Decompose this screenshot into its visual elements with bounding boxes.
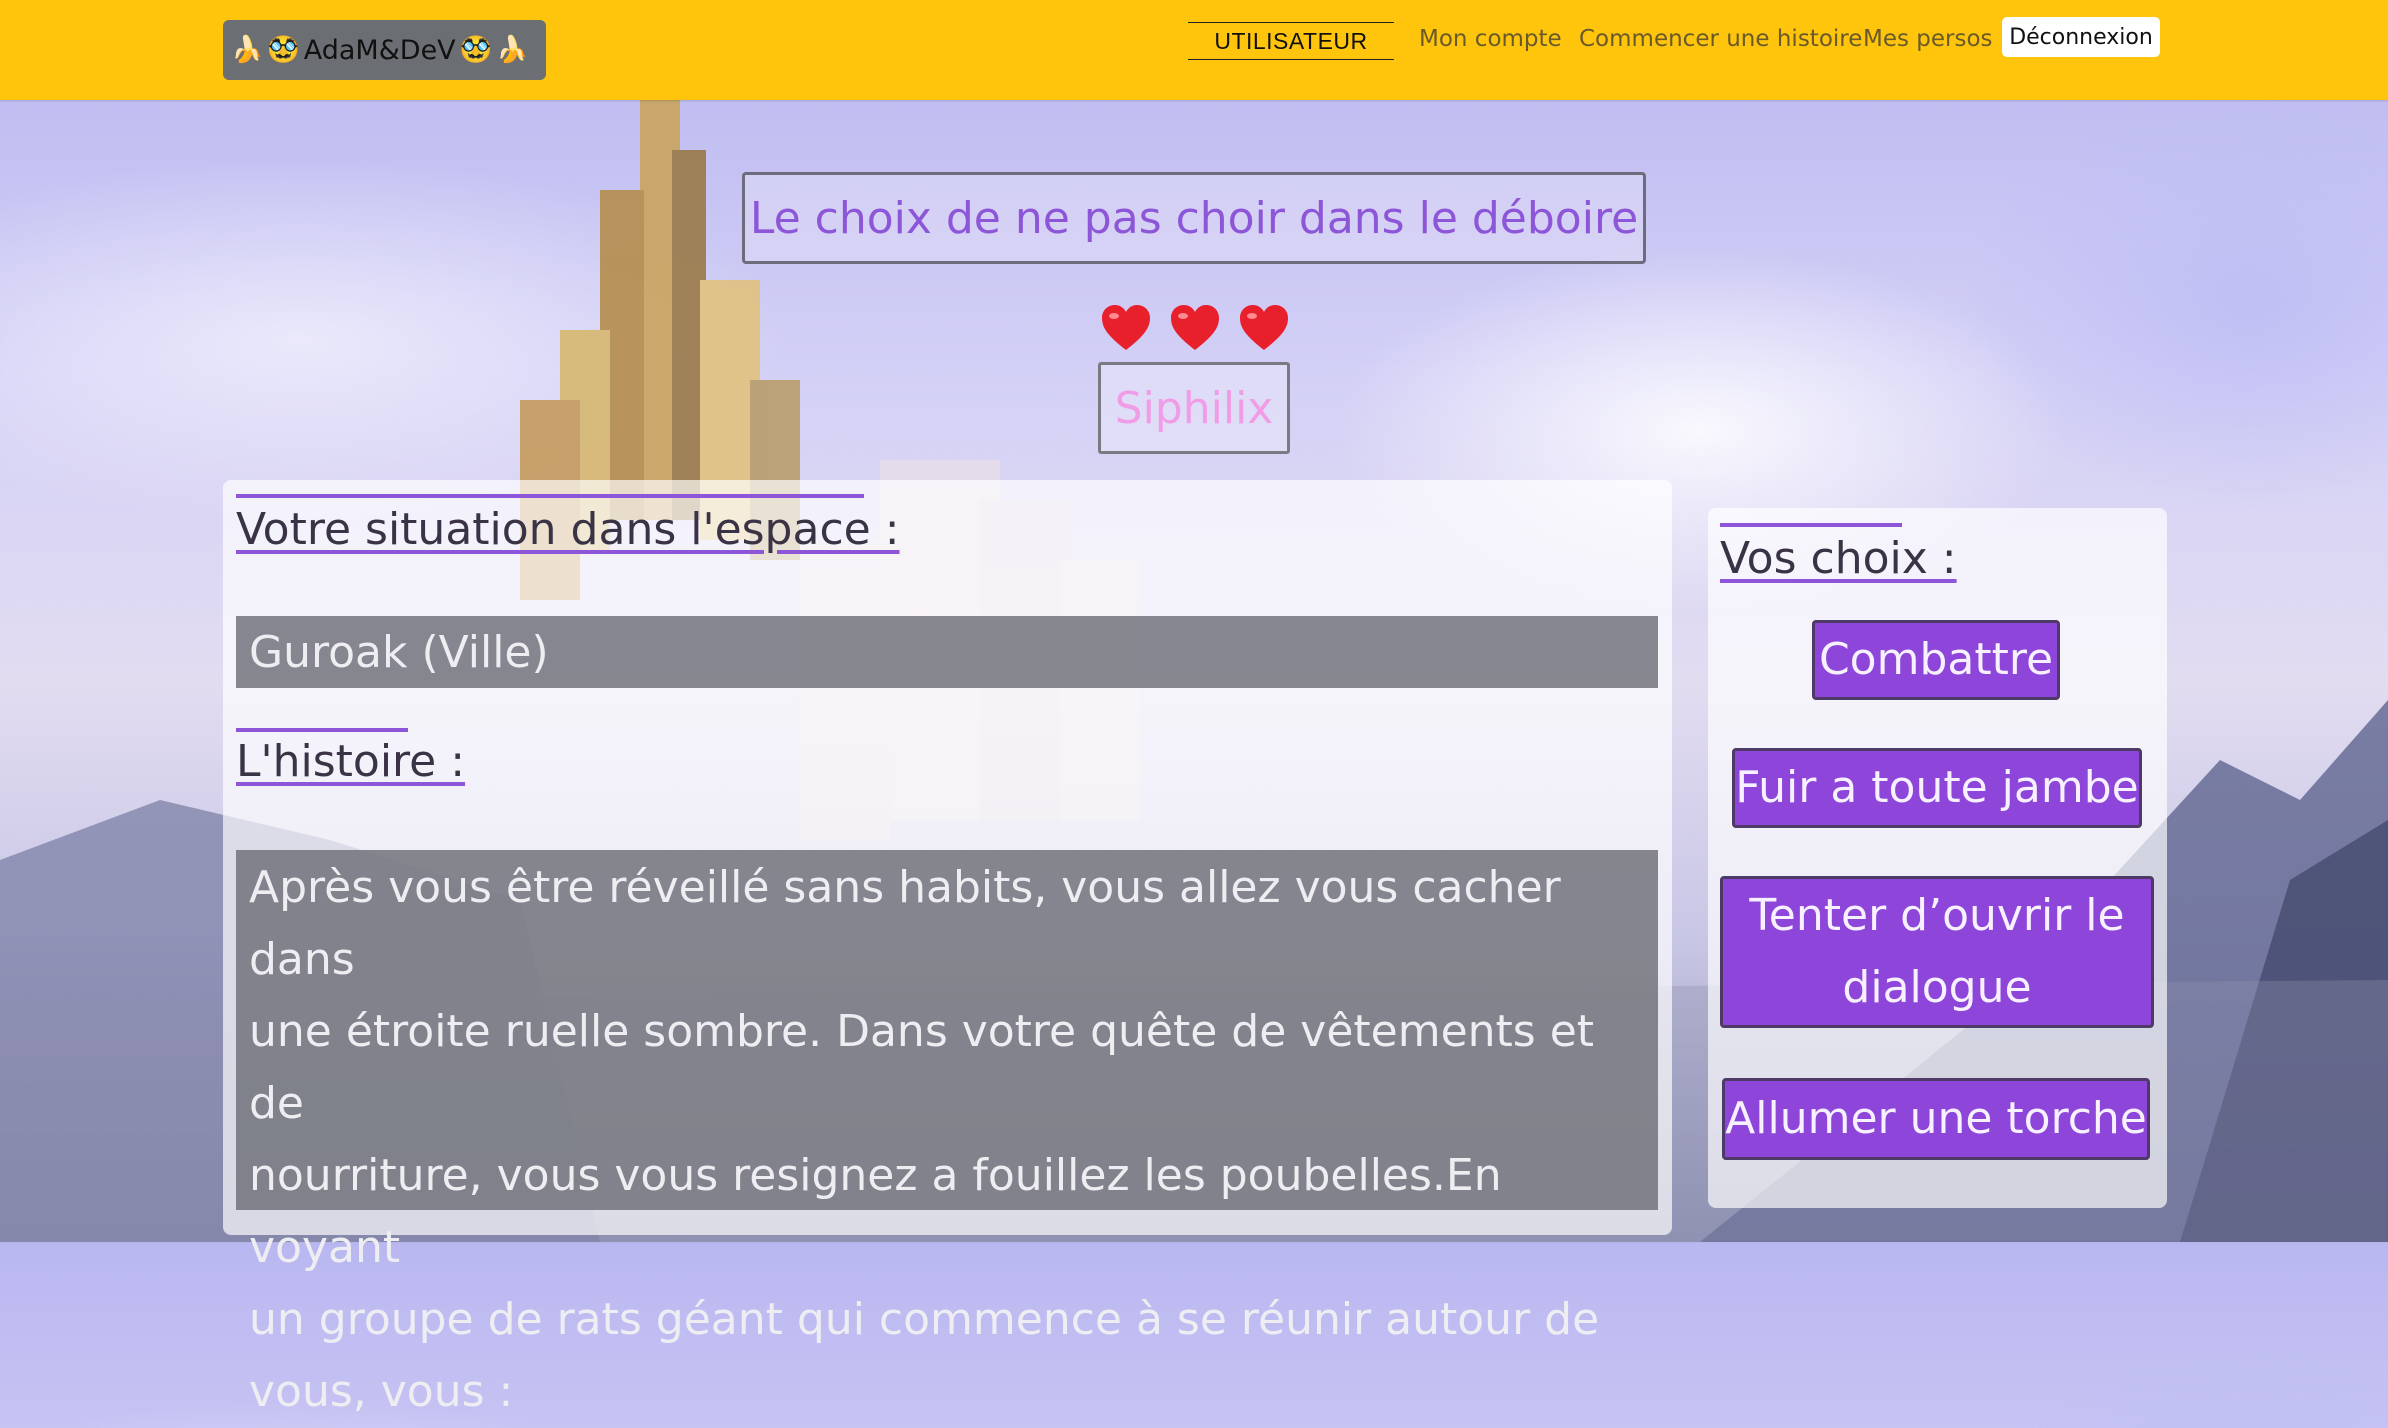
situation-heading: Votre situation dans l'espace : xyxy=(236,504,900,555)
choice-label: Combattre xyxy=(1818,634,2054,685)
nav-link-account[interactable]: Mon compte xyxy=(1419,26,1562,52)
banana-icon: 🍌 xyxy=(496,35,529,65)
heart-icon xyxy=(1171,305,1219,350)
choice-flee-button[interactable]: Fuir a toute jambe xyxy=(1732,748,2142,828)
lives-indicator xyxy=(1100,302,1290,354)
heading-rule xyxy=(236,728,408,732)
character-name: Siphilix xyxy=(1098,362,1290,454)
history-line: nourriture, vous vous resignez a fouille… xyxy=(249,1150,1502,1273)
history-line: Après vous être réveillé sans habits, vo… xyxy=(249,862,1561,985)
choice-label: dialogue xyxy=(1842,962,2032,1013)
story-title: Le choix de ne pas choir dans le déboire xyxy=(742,172,1646,264)
logout-button[interactable]: Déconnexion xyxy=(2002,17,2160,57)
disguise-face-icon: 🥸 xyxy=(459,35,493,65)
banana-icon: 🍌 xyxy=(231,35,264,65)
heading-rule xyxy=(1720,523,1902,527)
brand-logo[interactable]: 🍌 🥸 AdaM&DeV 🥸 🍌 xyxy=(223,20,546,80)
heart-icon xyxy=(1240,305,1288,350)
nav-link-start-story[interactable]: Commencer une histoire xyxy=(1579,26,1862,52)
brand-name: AdaM&DeV xyxy=(303,34,456,66)
top-navbar: 🍌 🥸 AdaM&DeV 🥸 🍌 UTILISATEUR Mon compte … xyxy=(0,0,2388,100)
choice-dialogue-button[interactable]: Tenter d’ouvrir le dialogue xyxy=(1720,876,2154,1028)
choices-panel: Vos choix : Combattre Fuir a toute jambe… xyxy=(1708,508,2167,1208)
history-text-box: Après vous être réveillé sans habits, vo… xyxy=(236,850,1658,1417)
history-line: un groupe de rats géant qui commence à s… xyxy=(249,1294,1600,1345)
heart-icon xyxy=(1102,305,1150,350)
heading-rule xyxy=(236,494,864,498)
user-role-label: UTILISATEUR xyxy=(1188,22,1394,60)
choice-label: Fuir a toute jambe xyxy=(1735,762,2139,813)
story-panel: Votre situation dans l'espace : Guroak (… xyxy=(223,480,1672,1417)
location-box: Guroak (Ville) xyxy=(236,616,1658,688)
history-heading: L'histoire : xyxy=(236,736,466,787)
choice-torch-button[interactable]: Allumer une torche xyxy=(1722,1078,2150,1160)
history-line: une étroite ruelle sombre. Dans votre qu… xyxy=(249,1006,1595,1129)
history-line: vous, vous : xyxy=(249,1366,514,1417)
choices-heading: Vos choix : xyxy=(1720,533,1957,584)
disguise-face-icon: 🥸 xyxy=(267,35,300,65)
choice-label: Allumer une torche xyxy=(1725,1093,2147,1144)
choice-fight-button[interactable]: Combattre xyxy=(1812,620,2060,700)
nav-link-characters[interactable]: Mes persos xyxy=(1863,26,1993,52)
choice-label: Tenter d’ouvrir le xyxy=(1749,890,2125,941)
